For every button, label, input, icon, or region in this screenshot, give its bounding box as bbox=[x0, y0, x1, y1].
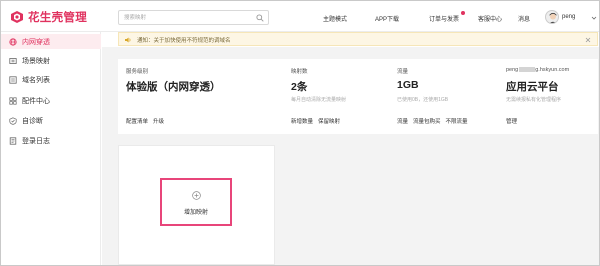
search-icon[interactable] bbox=[256, 14, 264, 22]
sidebar-item-label: 场景映射 bbox=[22, 57, 50, 65]
mappings-value: 2条 bbox=[291, 81, 308, 93]
nav-support-center[interactable]: 客服中心 bbox=[478, 14, 502, 23]
notice-text[interactable]: 通知：关于加快使用不符规范的调域名 bbox=[137, 36, 231, 44]
sidebar-item-accessory-center[interactable]: 配件中心 bbox=[1, 93, 101, 108]
sidebar-item-label: 域名列表 bbox=[22, 76, 50, 84]
mappings-sub: 每月自动清除无流量映射 bbox=[291, 97, 347, 103]
service-level-value: 体验版（内网穿透） bbox=[126, 81, 221, 93]
traffic-value: 1GB bbox=[397, 79, 419, 91]
nav-messages[interactable]: 消息 bbox=[518, 14, 530, 23]
plus-circle-icon bbox=[192, 191, 201, 200]
keep-mapping-link[interactable]: 保留映射 bbox=[318, 119, 340, 125]
diagnose-icon bbox=[9, 116, 17, 125]
speaker-icon bbox=[125, 37, 131, 43]
sidebar: 内网穿透 场景映射 域名列表 配件中心 自诊断 登录日志 bbox=[1, 32, 101, 265]
traffic-links: 流量 流量包购买 不限流量 bbox=[397, 117, 473, 125]
peanut-logo-icon bbox=[11, 11, 23, 23]
log-icon bbox=[9, 136, 17, 145]
nav-theme-mode[interactable]: 主题模式 bbox=[323, 14, 347, 23]
sidebar-item-domain-list[interactable]: 域名列表 bbox=[1, 72, 101, 87]
unlimited-traffic-link[interactable]: 不限流量 bbox=[446, 119, 468, 125]
chevron-down-icon[interactable] bbox=[591, 15, 597, 21]
list-icon bbox=[9, 75, 17, 84]
sidebar-item-scene-mapping[interactable]: 场景映射 bbox=[1, 53, 101, 68]
traffic-package-link[interactable]: 流量包购买 bbox=[413, 119, 441, 125]
upgrade-link[interactable]: 升级 bbox=[153, 119, 164, 125]
nav-app-download[interactable]: APP下载 bbox=[375, 14, 399, 23]
search-box[interactable] bbox=[118, 10, 269, 25]
user-name[interactable]: peng bbox=[562, 14, 575, 20]
brand-logo[interactable]: 花生壳管理 bbox=[9, 9, 87, 25]
globe-icon bbox=[9, 37, 17, 46]
search-input[interactable] bbox=[124, 13, 252, 23]
add-mapping-button[interactable]: 增加映射 bbox=[160, 178, 232, 226]
service-overview-panel: 服务级别 体验版（内网穿透） 配置清单 升级 映射数 2条 每月自动清除无流量映射… bbox=[118, 59, 598, 134]
config-list-link[interactable]: 配置清单 bbox=[126, 119, 148, 125]
traffic-label: 流量 bbox=[397, 69, 409, 75]
grid-icon bbox=[9, 96, 17, 105]
notice-bar: 通知：关于加快使用不符规范的调域名 bbox=[118, 32, 598, 46]
service-level-label: 服务级别 bbox=[126, 69, 149, 75]
sidebar-item-label: 配件中心 bbox=[22, 97, 50, 105]
user-avatar-icon bbox=[549, 12, 557, 23]
account-domain-label: peng g.hskyun.com bbox=[506, 67, 569, 73]
account-platform-value: 应用云平台 bbox=[506, 81, 559, 93]
scene-icon bbox=[9, 57, 17, 64]
sidebar-item-label: 内网穿透 bbox=[22, 38, 50, 46]
top-header: 花生壳管理 主题模式 APP下载 订单与发票 客服中心 消息 peng bbox=[1, 1, 599, 32]
account-platform-sub: 无需续报私有化管理程序 bbox=[506, 97, 562, 103]
mappings-label: 映射数 bbox=[291, 69, 308, 75]
account-domain-suffix: g.hskyun.com bbox=[535, 67, 570, 73]
manage-link[interactable]: 管理 bbox=[506, 119, 517, 125]
account-domain-prefix: peng bbox=[506, 67, 519, 73]
add-quantity-link[interactable]: 新增数量 bbox=[291, 119, 313, 125]
sidebar-item-self-diagnosis[interactable]: 自诊断 bbox=[1, 113, 101, 128]
close-icon[interactable] bbox=[584, 36, 592, 44]
notification-dot bbox=[461, 11, 465, 15]
sidebar-item-label: 登录日志 bbox=[22, 137, 50, 145]
add-mapping-label: 增加映射 bbox=[183, 210, 208, 216]
redacted-block bbox=[518, 67, 535, 73]
avatar[interactable] bbox=[545, 10, 559, 24]
nav-orders-invoices[interactable]: 订单与发票 bbox=[429, 14, 459, 23]
brand-name: 花生壳管理 bbox=[28, 12, 87, 24]
sidebar-item-login-log[interactable]: 登录日志 bbox=[1, 133, 101, 148]
traffic-sub: 已使用0B，还使用1GB bbox=[397, 97, 449, 103]
service-level-links: 配置清单 升级 bbox=[126, 117, 169, 125]
mappings-links: 新增数量 保留映射 bbox=[291, 117, 345, 125]
account-links: 管理 bbox=[506, 117, 522, 125]
sidebar-item-intranet-penetration[interactable]: 内网穿透 bbox=[1, 34, 101, 49]
traffic-link[interactable]: 流量 bbox=[397, 119, 408, 125]
sidebar-item-label: 自诊断 bbox=[22, 117, 43, 125]
